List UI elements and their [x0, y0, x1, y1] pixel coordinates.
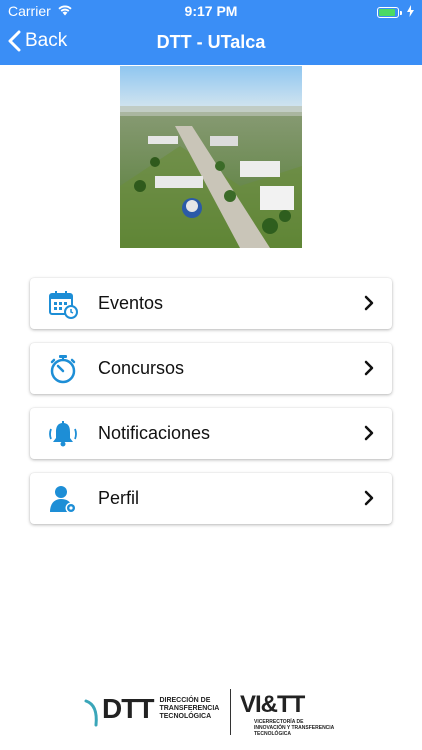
- bell-icon: [48, 419, 78, 449]
- charging-icon: [407, 4, 414, 20]
- menu-item-label: Perfil: [98, 488, 140, 508]
- menu-item-perfil[interactable]: Perfil: [30, 473, 392, 524]
- logo-divider: [230, 689, 231, 735]
- chevron-right-icon: [364, 490, 374, 506]
- chevron-right-icon: [364, 425, 374, 441]
- vitt-logo: VI&TT VICERRECTORÍA DE INNOVACIÓN Y TRAN…: [240, 691, 334, 737]
- dtt-swoosh-icon: [84, 699, 98, 727]
- app-screen: Carrier 9:17 PM Back DTT - UTalca Evento…: [0, 0, 422, 750]
- menu-item-eventos[interactable]: Eventos: [30, 278, 392, 329]
- top-bar: Carrier 9:17 PM Back DTT - UTalca: [0, 0, 422, 65]
- dtt-desc-line: DIRECCIÓN DE: [159, 697, 211, 704]
- navigation-bar: Back DTT - UTalca: [0, 22, 422, 65]
- status-bar: Carrier 9:17 PM: [0, 0, 422, 22]
- menu-item-concursos[interactable]: Concursos: [30, 343, 392, 394]
- stopwatch-icon: [48, 354, 78, 384]
- menu-item-label: Notificaciones: [98, 423, 211, 443]
- page-title: DTT - UTalca: [156, 32, 266, 52]
- vitt-logo-description: VICERRECTORÍA DE INNOVACIÓN Y TRANSFEREN…: [254, 719, 334, 737]
- calendar-clock-icon: [48, 289, 78, 319]
- status-right: [377, 4, 414, 20]
- vitt-logo-text: VI&TT: [240, 691, 305, 718]
- dtt-logo: DTT DIRECCIÓN DE TRANSFERENCIA TECNOLÓGI…: [84, 693, 219, 727]
- dtt-desc-line: TECNOLÓGICA: [159, 713, 212, 720]
- chevron-right-icon: [364, 360, 374, 376]
- menu-item-label: Concursos: [98, 358, 185, 378]
- vitt-desc-line: TECNOLÓGICA: [254, 731, 291, 737]
- menu-item-label: Eventos: [98, 293, 164, 313]
- dtt-logo-text: DTT: [102, 693, 154, 724]
- dtt-logo-description: DIRECCIÓN DE TRANSFERENCIA TECNOLÓGICA: [159, 697, 219, 721]
- menu-item-notificaciones[interactable]: Notificaciones: [30, 408, 392, 459]
- status-time: 9:17 PM: [184, 3, 238, 19]
- battery-icon: [377, 6, 402, 18]
- chevron-right-icon: [364, 295, 374, 311]
- campus-aerial-photo: [120, 66, 302, 248]
- main-menu: Eventos Concursos Notificaciones Perfil: [30, 278, 392, 538]
- footer-logos: DTT DIRECCIÓN DE TRANSFERENCIA TECNOLÓGI…: [0, 685, 422, 740]
- user-settings-icon: [48, 484, 78, 514]
- dtt-logo-mark: DTT: [84, 693, 154, 727]
- dtt-desc-line: TRANSFERENCIA: [159, 705, 220, 712]
